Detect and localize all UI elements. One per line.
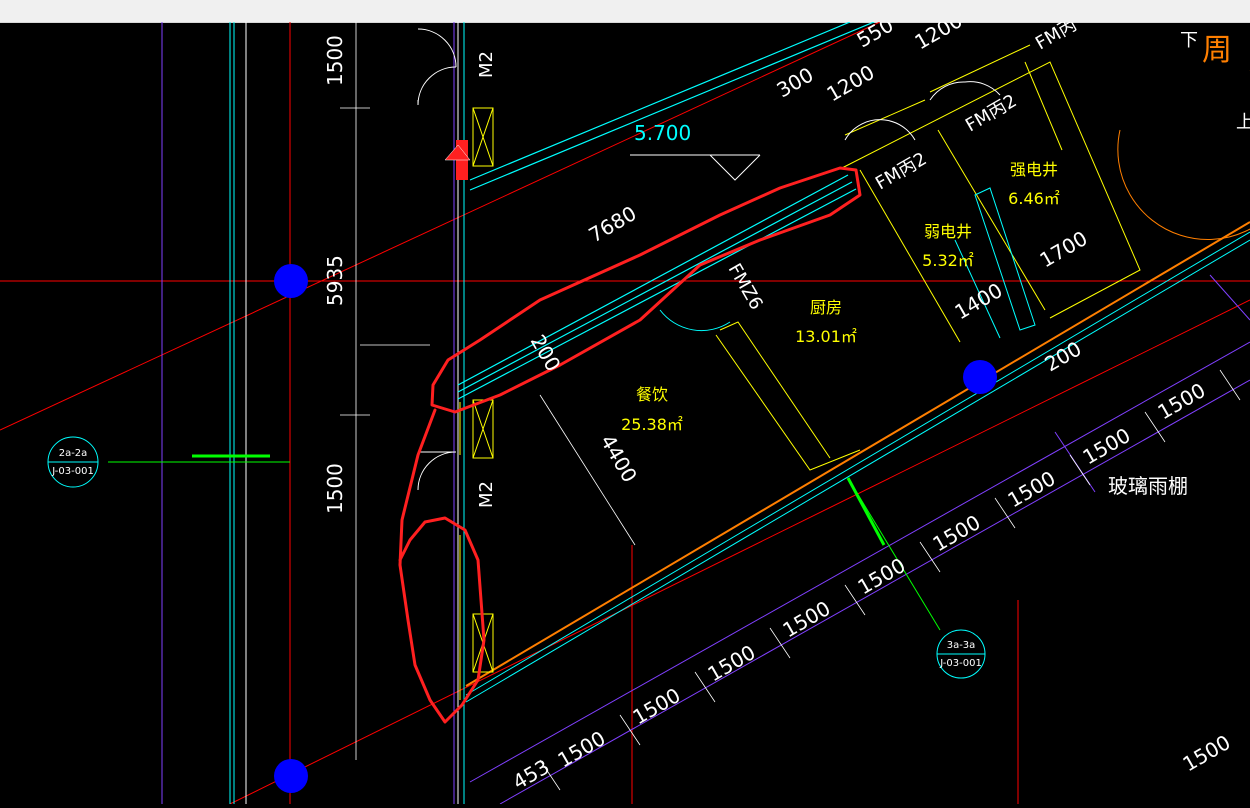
dim-1200-top: 1200 bbox=[911, 22, 967, 54]
dim-1700: 1700 bbox=[1036, 226, 1092, 272]
canopy-lines bbox=[469, 274, 1250, 805]
dim-5935: 5935 bbox=[323, 255, 347, 306]
door-m2-top: M2 bbox=[476, 51, 497, 78]
dim-1400: 1400 bbox=[951, 278, 1007, 324]
section-callouts bbox=[47, 436, 986, 679]
cad-drawing-canvas[interactable]: 1500 5935 1500 550 1200 300 1200 7680 20… bbox=[0, 8, 1250, 805]
elevation-text: 5.700 bbox=[634, 121, 691, 145]
dim-1500-top: 1500 bbox=[323, 35, 347, 86]
dim-453: 453 bbox=[509, 754, 554, 794]
door-m2-mid: M2 bbox=[476, 481, 497, 508]
dim-4400: 4400 bbox=[596, 431, 642, 487]
elevation-marker bbox=[630, 154, 761, 181]
room-kitchen-area: 13.01㎡ bbox=[795, 327, 857, 346]
room-strong-area: 6.46㎡ bbox=[1008, 189, 1060, 208]
dim-r9: 1500 bbox=[554, 726, 610, 772]
dim-550: 550 bbox=[853, 22, 898, 52]
callout-right-bottom: J-03-001 bbox=[939, 658, 982, 669]
door-fmc-top: FM丙 bbox=[1032, 22, 1081, 54]
dim-r5: 1500 bbox=[854, 553, 910, 599]
door-fmb2-a: FM丙2 bbox=[872, 148, 930, 194]
door-fmz6: FMZ6 bbox=[724, 260, 767, 314]
door-fmb2-b: FM丙2 bbox=[962, 90, 1020, 136]
dim-1500-left: 1500 bbox=[323, 463, 347, 514]
callout-right-top: 3a-3a bbox=[947, 640, 976, 651]
dim-r2: 1500 bbox=[1079, 423, 1135, 469]
dim-1200-mid: 1200 bbox=[823, 60, 879, 106]
room-weak-area: 5.32㎡ bbox=[922, 251, 974, 270]
dim-r8: 1500 bbox=[629, 683, 685, 729]
callout-left-top: 2a-2a bbox=[59, 448, 88, 459]
zhou-label: 周 bbox=[1202, 33, 1232, 68]
door-labels: M2 M2 FMZ6 FM丙2 FM丙2 FM丙 bbox=[476, 14, 1081, 508]
dim-r4: 1500 bbox=[929, 510, 985, 556]
stair-up-label: 上 bbox=[1236, 112, 1250, 133]
stair-down-label: 下 bbox=[1180, 30, 1198, 51]
window-title-bar bbox=[0, 0, 1250, 23]
canopy-label: 玻璃雨棚 bbox=[1108, 474, 1188, 498]
dim-r1: 1500 bbox=[1154, 378, 1210, 424]
callout-texts: 2a-2a J-03-001 3a-3a J-03-001 bbox=[51, 448, 982, 669]
room-dining-name: 餐饮 bbox=[636, 385, 668, 404]
lower-diagonal-wall bbox=[465, 221, 1250, 703]
dimension-lines bbox=[340, 107, 636, 546]
dim-7680: 7680 bbox=[585, 201, 641, 247]
room-kitchen-name: 厨房 bbox=[810, 298, 842, 317]
dim-r7: 1500 bbox=[704, 640, 760, 686]
hydrant-symbol bbox=[444, 140, 471, 180]
interior-partitions bbox=[459, 44, 1141, 700]
dim-1500-br: 1500 bbox=[1179, 730, 1235, 776]
callout-left-bottom: J-03-001 bbox=[51, 466, 94, 477]
room-strong-name: 强电井 bbox=[1010, 160, 1058, 179]
room-weak-name: 弱电井 bbox=[924, 222, 972, 241]
room-dining-area: 25.38㎡ bbox=[621, 415, 683, 434]
grid-lines bbox=[0, 21, 1250, 805]
dim-r3: 1500 bbox=[1004, 466, 1060, 512]
